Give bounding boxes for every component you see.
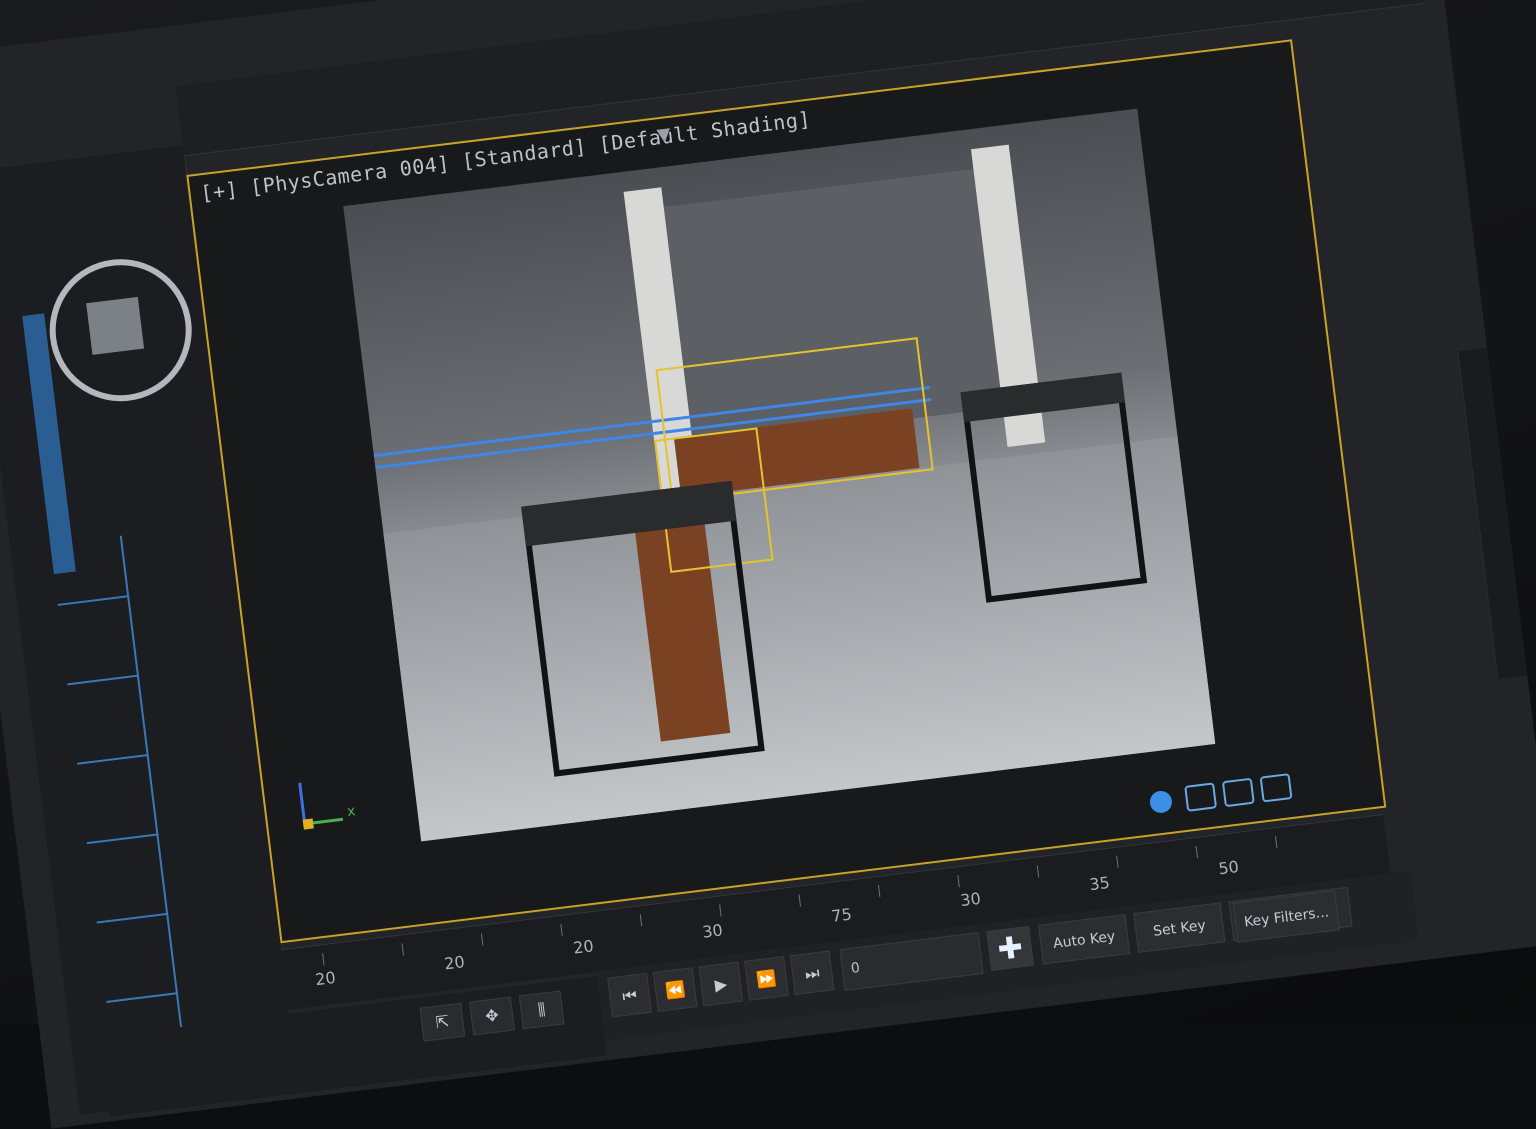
ruler-label: 20 xyxy=(572,936,595,958)
viewport-render[interactable] xyxy=(343,108,1216,842)
ruler-tick xyxy=(798,894,802,907)
tree-item[interactable] xyxy=(86,833,159,845)
set-key-button[interactable]: Set Key xyxy=(1133,902,1226,953)
axis-z xyxy=(302,818,314,830)
ruler-tick xyxy=(560,923,563,936)
tree-item[interactable] xyxy=(106,992,179,1003)
view-cube-face[interactable] xyxy=(86,296,145,355)
ruler-tick xyxy=(1195,845,1199,858)
ruler-label: 20 xyxy=(443,952,466,974)
tree-item[interactable] xyxy=(96,912,169,924)
tree-item[interactable] xyxy=(57,595,130,606)
ruler-label: 20 xyxy=(314,967,337,990)
app-window: [+] [PhysCamera 004] [Standard] [Default… xyxy=(0,0,1536,1129)
goto-end-button[interactable]: ⏭ xyxy=(789,950,835,996)
ruler-label: 30 xyxy=(959,888,982,911)
auto-key-button[interactable]: Auto Key xyxy=(1037,914,1131,965)
monitor-icon[interactable] xyxy=(1259,773,1293,803)
tree-item[interactable] xyxy=(77,753,149,765)
play-button[interactable]: ▶ xyxy=(698,961,744,1007)
next-frame-button[interactable]: ⏩ xyxy=(744,956,789,1001)
add-key-button[interactable]: ✚ xyxy=(986,925,1035,971)
ruler-tick xyxy=(719,904,722,917)
filter-icon[interactable]: ▼ xyxy=(656,124,672,147)
ruler-tick xyxy=(401,943,404,956)
ruler-tick xyxy=(877,884,881,897)
ruler-tick xyxy=(1274,836,1278,849)
select-tool-button[interactable]: ⇱ xyxy=(419,1002,466,1042)
ruler-tick xyxy=(322,953,325,966)
move-tool-button[interactable]: ✥ xyxy=(469,996,515,1036)
ruler-label: 50 xyxy=(1217,857,1240,879)
tree-item[interactable] xyxy=(67,674,140,686)
ruler-label: 35 xyxy=(1088,872,1111,895)
ruler-tick xyxy=(639,914,643,927)
prev-frame-button[interactable]: ⏪ xyxy=(652,967,698,1012)
ruler-tick xyxy=(1116,855,1119,868)
ruler-tick xyxy=(1036,865,1040,878)
ruler-label: 30 xyxy=(701,920,724,942)
goto-start-button[interactable]: ⏮ xyxy=(607,972,652,1018)
ruler-label: 75 xyxy=(830,904,853,926)
ruler-tick xyxy=(480,933,484,946)
tree-connector xyxy=(119,535,186,1052)
current-frame-field[interactable]: 0 xyxy=(839,932,984,991)
ruler-tick xyxy=(957,875,960,888)
chat-icon[interactable] xyxy=(1221,777,1255,808)
axis-x-label: x xyxy=(346,803,357,821)
window-icon[interactable] xyxy=(1184,782,1218,812)
